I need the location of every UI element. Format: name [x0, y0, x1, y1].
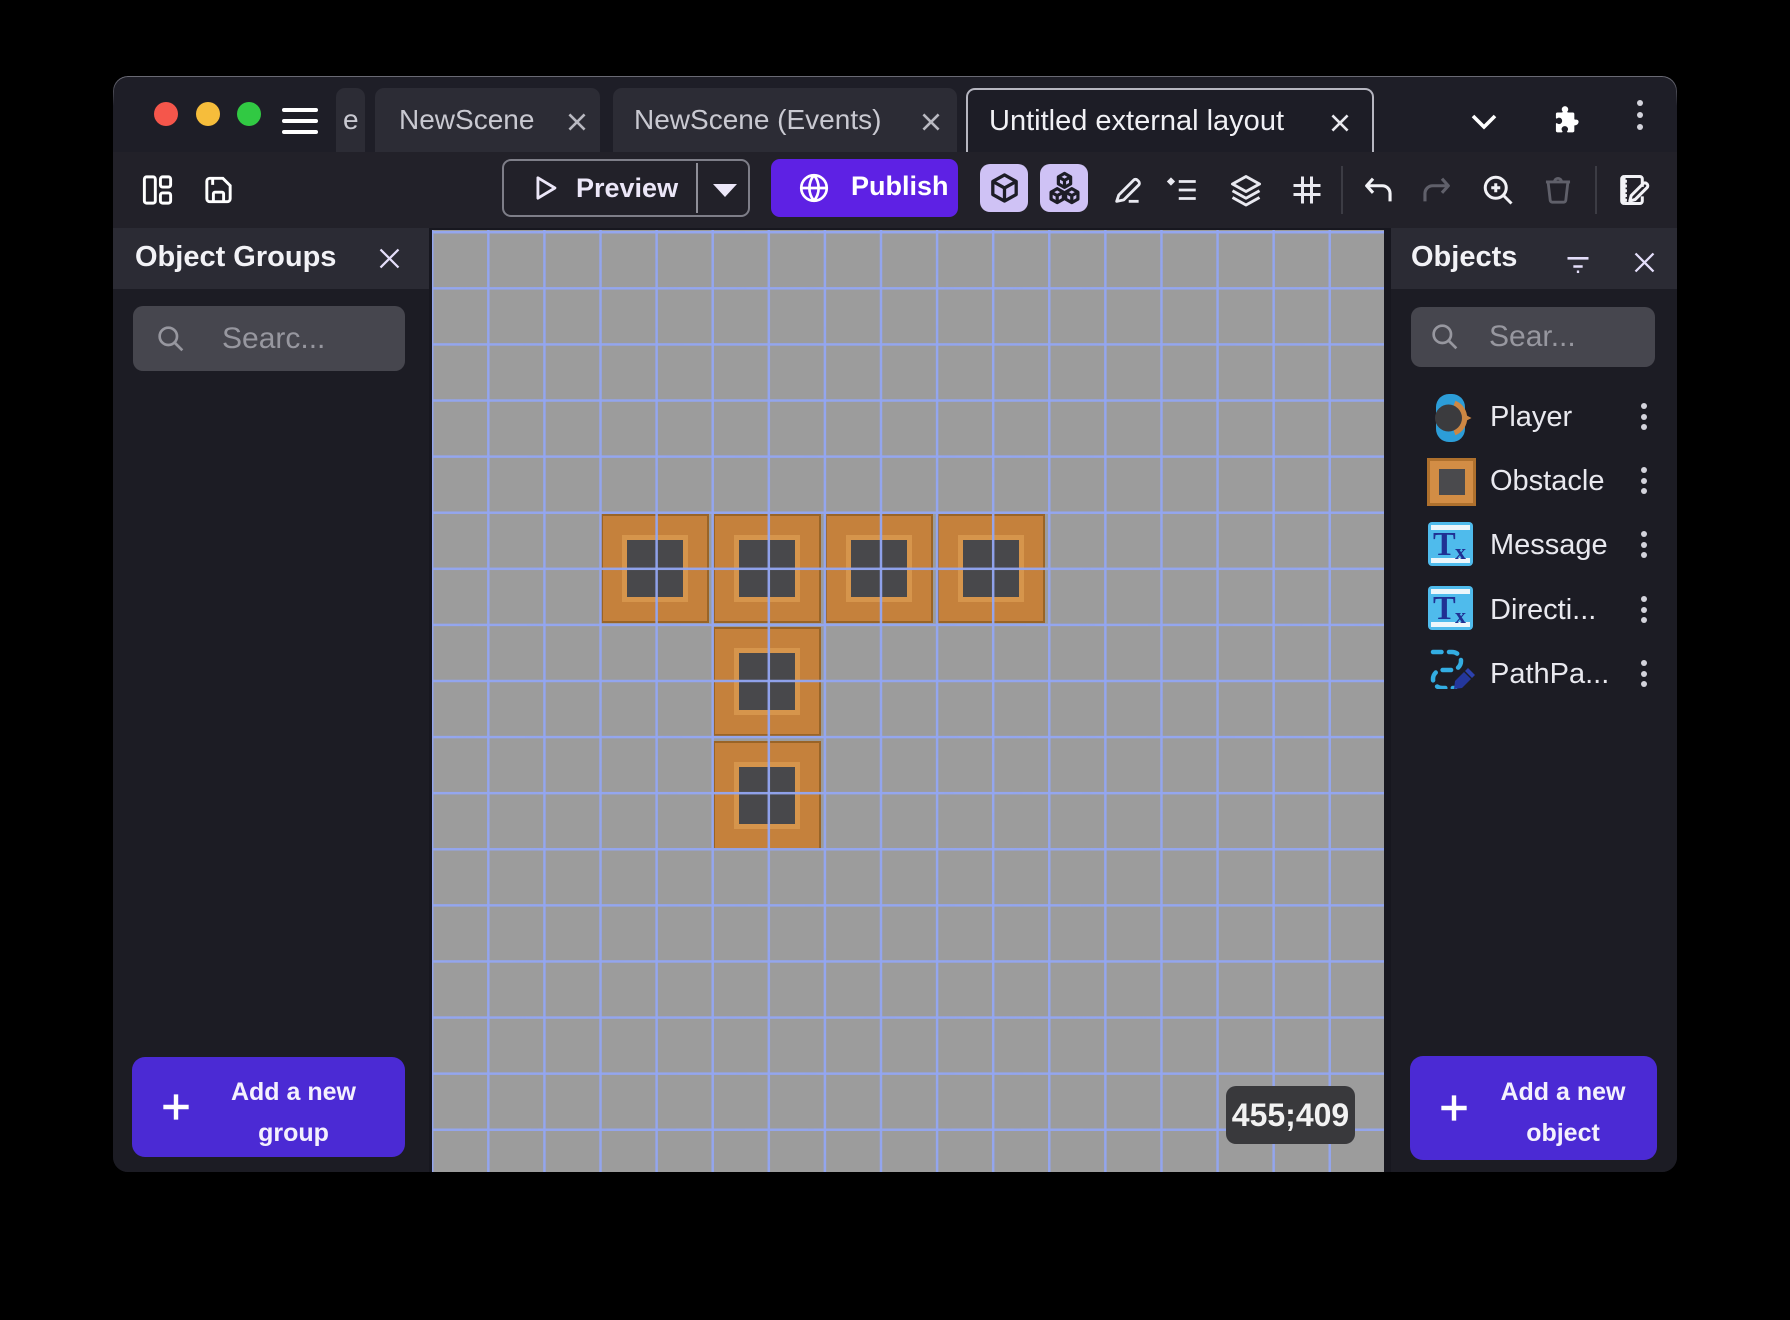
svg-text:T: T — [1433, 526, 1456, 563]
svg-text:T: T — [1433, 590, 1456, 627]
svg-text:x: x — [1455, 539, 1466, 564]
svg-text:x: x — [1455, 603, 1466, 628]
